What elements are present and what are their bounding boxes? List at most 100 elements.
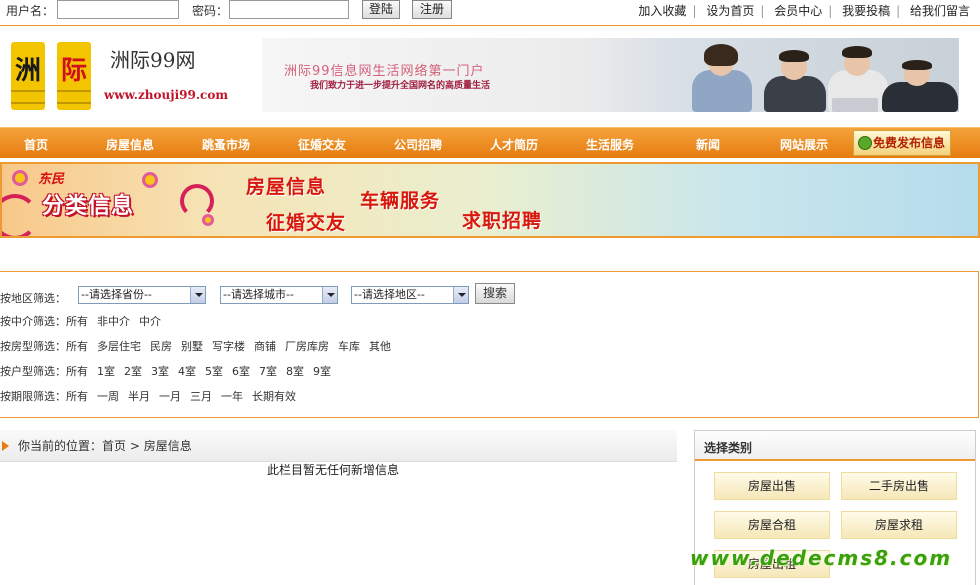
filter-option[interactable]: 所有 [66, 365, 88, 378]
district-select-value: --请选择地区-- [354, 288, 425, 301]
flower-decoration [142, 172, 158, 188]
filter-option[interactable]: 所有 [66, 315, 88, 328]
filter-option[interactable]: 一月 [159, 390, 181, 403]
period-filter-row: 按期限筛选：所有 一周 半月 一月 三月 一年 长期有效 [0, 388, 305, 404]
breadcrumb-home-link[interactable]: 首页 [102, 439, 126, 453]
filter-option[interactable]: 所有 [66, 390, 88, 403]
login-bar: 用户名： 密码： 登陆 注册 加入收藏 | 设为首页 | 会员中心 | 我要投稿 | 给… [0, 0, 980, 22]
nav-item-news[interactable]: 新闻 [696, 136, 720, 153]
banner-subslogan: 我们致力于进一步提升全国网名的高质量生活 [310, 81, 491, 91]
filter-option[interactable]: 民房 [150, 340, 172, 353]
room-filter-label: 按户型筛选： [0, 365, 66, 378]
nav-item-housing[interactable]: 房屋信息 [106, 136, 154, 153]
city-select[interactable]: --请选择城市-- [220, 286, 338, 304]
header-banner[interactable]: 洲际99信息网生活网络第一门户 我们致力于进一步提升全国网名的高质量生活 [262, 38, 959, 112]
breadcrumb-prefix: 你当前的位置： [18, 439, 103, 453]
sidebar-item-secondhand-sale[interactable]: 二手房出售 [841, 472, 957, 500]
banner-category-housing[interactable]: 房屋信息 [246, 172, 326, 199]
type-filter-row: 按房型筛选：所有 多层住宅 民房 别墅 写字楼 商铺 厂房库房 车库 其他 [0, 338, 400, 354]
link-bookmark[interactable]: 加入收藏 [638, 4, 686, 18]
filter-option[interactable]: 所有 [66, 340, 88, 353]
empty-message: 此栏目暂无任何新增信息 [267, 463, 400, 477]
breadcrumb: 你当前的位置：首页 > 房屋信息 [0, 430, 677, 462]
username-input[interactable] [57, 0, 179, 19]
password-input[interactable] [229, 0, 349, 19]
district-select[interactable]: --请选择地区-- [351, 286, 469, 304]
filter-option[interactable]: 写字楼 [212, 340, 245, 353]
nav-item-flea-market[interactable]: 跳蚤市场 [202, 136, 250, 153]
filter-option[interactable]: 其他 [369, 340, 391, 353]
filter-option[interactable]: 1室 [97, 365, 115, 378]
filter-option[interactable]: 商铺 [254, 340, 276, 353]
sidebar-title: 选择类别 [695, 431, 975, 461]
sidebar-item-house-wanted[interactable]: 房屋求租 [841, 511, 957, 539]
filter-option[interactable]: 厂房库房 [285, 340, 329, 353]
category-banner[interactable]: 东民 分类信息 房屋信息 车辆服务 征婚交友 求职招聘 [0, 162, 980, 238]
filter-option[interactable]: 长期有效 [252, 390, 296, 403]
login-button[interactable]: 登陆 [362, 0, 400, 19]
filter-option[interactable]: 9室 [313, 365, 331, 378]
sidebar-item-house-sale[interactable]: 房屋出售 [714, 472, 830, 500]
province-select-value: --请选择省份-- [81, 288, 152, 301]
filter-option[interactable]: 3室 [151, 365, 169, 378]
filter-option[interactable]: 一年 [221, 390, 243, 403]
breadcrumb-current-link[interactable]: 房屋信息 [144, 439, 192, 453]
site-url: www.zhouji99.com [104, 88, 229, 102]
breadcrumb-separator: > [129, 439, 140, 453]
divider [0, 25, 980, 26]
filter-option[interactable]: 4室 [178, 365, 196, 378]
type-filter-label: 按房型筛选： [0, 340, 66, 353]
nav-item-showcase[interactable]: 网站展示 [780, 136, 828, 153]
filter-option[interactable]: 中介 [139, 315, 161, 328]
filter-option[interactable]: 非中介 [97, 315, 130, 328]
flower-decoration [202, 214, 214, 226]
banner-category-dating[interactable]: 征婚交友 [266, 208, 346, 235]
filter-option[interactable]: 5室 [205, 365, 223, 378]
swirl-decoration [2, 194, 38, 236]
nav-item-life-services[interactable]: 生活服务 [586, 136, 634, 153]
banner-category-vehicles[interactable]: 车辆服务 [360, 186, 440, 213]
chevron-down-icon [190, 287, 205, 303]
free-post-button[interactable]: 免费发布信息 [853, 130, 951, 156]
register-button[interactable]: 注册 [412, 0, 452, 19]
free-post-label: 免费发布信息 [872, 136, 945, 150]
agent-filter-row: 按中介筛选：所有 非中介 中介 [0, 313, 170, 329]
swirl-decoration [180, 184, 214, 218]
filter-option[interactable]: 6室 [232, 365, 250, 378]
link-submit[interactable]: 我要投稿 [842, 4, 890, 18]
nav-item-home[interactable]: 首页 [24, 136, 48, 153]
logo-char-2: 际 [61, 56, 88, 86]
city-select-value: --请选择城市-- [223, 288, 294, 301]
filter-option[interactable]: 2室 [124, 365, 142, 378]
chevron-down-icon [322, 287, 337, 303]
banner-category-jobs[interactable]: 求职招聘 [462, 206, 542, 233]
search-button[interactable]: 搜索 [475, 283, 515, 304]
link-member-center[interactable]: 会员中心 [774, 4, 822, 18]
filter-option[interactable]: 一周 [97, 390, 119, 403]
banner-small-text: 东民 [38, 172, 65, 187]
divider: | [828, 4, 833, 18]
username-label: 用户名： [6, 4, 55, 18]
filter-option[interactable]: 8室 [286, 365, 304, 378]
link-set-homepage[interactable]: 设为首页 [706, 4, 754, 18]
nav-item-jobs[interactable]: 公司招聘 [394, 136, 442, 153]
filter-option[interactable]: 三月 [190, 390, 212, 403]
arrow-right-icon [2, 441, 9, 451]
nav-item-dating[interactable]: 征婚交友 [298, 136, 346, 153]
divider: | [692, 4, 697, 18]
top-links: 加入收藏 | 设为首页 | 会员中心 | 我要投稿 | 给我们留言 [638, 2, 970, 19]
filter-option[interactable]: 7室 [259, 365, 277, 378]
filter-option[interactable]: 半月 [128, 390, 150, 403]
link-message[interactable]: 给我们留言 [910, 4, 970, 18]
sidebar-item-house-share[interactable]: 房屋合租 [714, 511, 830, 539]
agent-filter-label: 按中介筛选： [0, 315, 66, 328]
filter-option[interactable]: 多层住宅 [97, 340, 141, 353]
logo-underline [57, 90, 91, 104]
nav-item-resumes[interactable]: 人才简历 [490, 136, 538, 153]
site-name: 洲际99网 [110, 48, 196, 72]
filter-option[interactable]: 车库 [338, 340, 360, 353]
chevron-down-icon [453, 287, 468, 303]
filter-option[interactable]: 别墅 [181, 340, 203, 353]
breadcrumb-text: 你当前的位置：首页 > 房屋信息 [18, 437, 192, 454]
province-select[interactable]: --请选择省份-- [78, 286, 206, 304]
